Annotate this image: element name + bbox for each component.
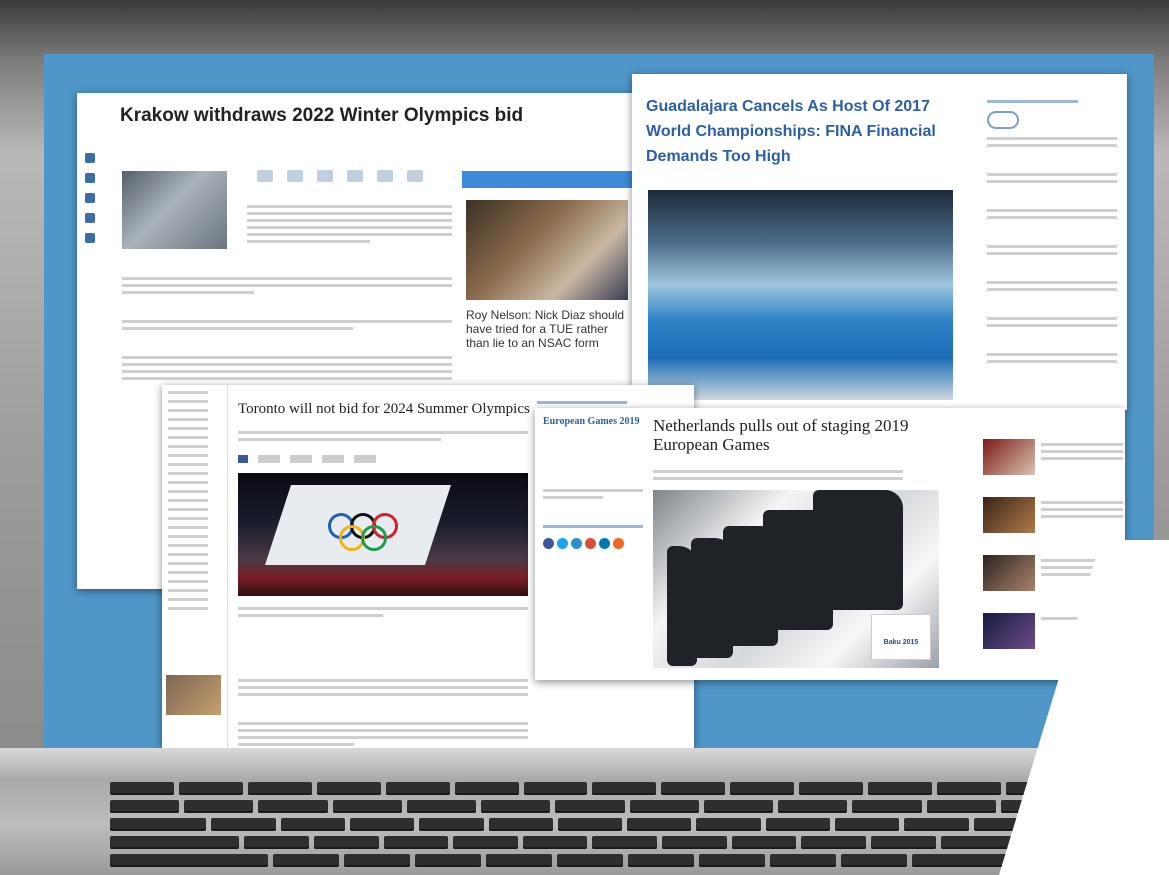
article-title: Netherlands pulls out of staging 2019 Eu… — [653, 416, 909, 454]
share-buttons — [543, 538, 643, 549]
twitter-icon[interactable] — [557, 538, 568, 549]
google-plus-icon[interactable] — [585, 538, 596, 549]
sidebar — [987, 96, 1117, 367]
share-rail — [85, 143, 99, 253]
video-caption: Roy Nelson: Nick Diaz should have tried … — [466, 308, 625, 350]
body-text — [122, 273, 452, 384]
baku-badge: Baku 2015 — [871, 614, 931, 660]
linkedin-icon[interactable] — [599, 538, 610, 549]
share-icon[interactable] — [571, 538, 582, 549]
left-column: European Games 2019 — [543, 416, 643, 549]
subtitle — [653, 466, 903, 484]
subtitle — [238, 427, 528, 445]
article-title: Guadalajara Cancels As Host Of 2017 Worl… — [646, 98, 936, 165]
video-thumbnail — [466, 200, 628, 300]
facebook-icon[interactable] — [543, 538, 554, 549]
email-icon[interactable] — [613, 538, 624, 549]
logo-icon — [987, 111, 1019, 129]
article-title: Toronto will not bid for 2024 Summer Oly… — [238, 401, 530, 417]
body-text — [247, 201, 452, 247]
section-title: European Games 2019 — [543, 416, 640, 427]
article-guadalajara: Guadalajara Cancels As Host Of 2017 Worl… — [632, 74, 1127, 410]
body-text — [238, 675, 528, 749]
article-image — [122, 171, 227, 249]
nav-thumbnail — [166, 675, 221, 715]
related-sidebar — [537, 397, 687, 408]
article-netherlands: European Games 2019 Netherlands pulls ou… — [535, 408, 1125, 680]
social-buttons — [257, 170, 423, 182]
keyboard — [110, 782, 1071, 875]
cars-image: Baku 2015 — [653, 490, 939, 668]
share-bar — [238, 455, 376, 463]
swimming-pool-image — [648, 190, 953, 400]
article-title: Krakow withdraws 2022 Winter Olympics bi… — [120, 105, 524, 126]
olympic-flag-image — [238, 473, 528, 596]
caption — [238, 603, 528, 621]
